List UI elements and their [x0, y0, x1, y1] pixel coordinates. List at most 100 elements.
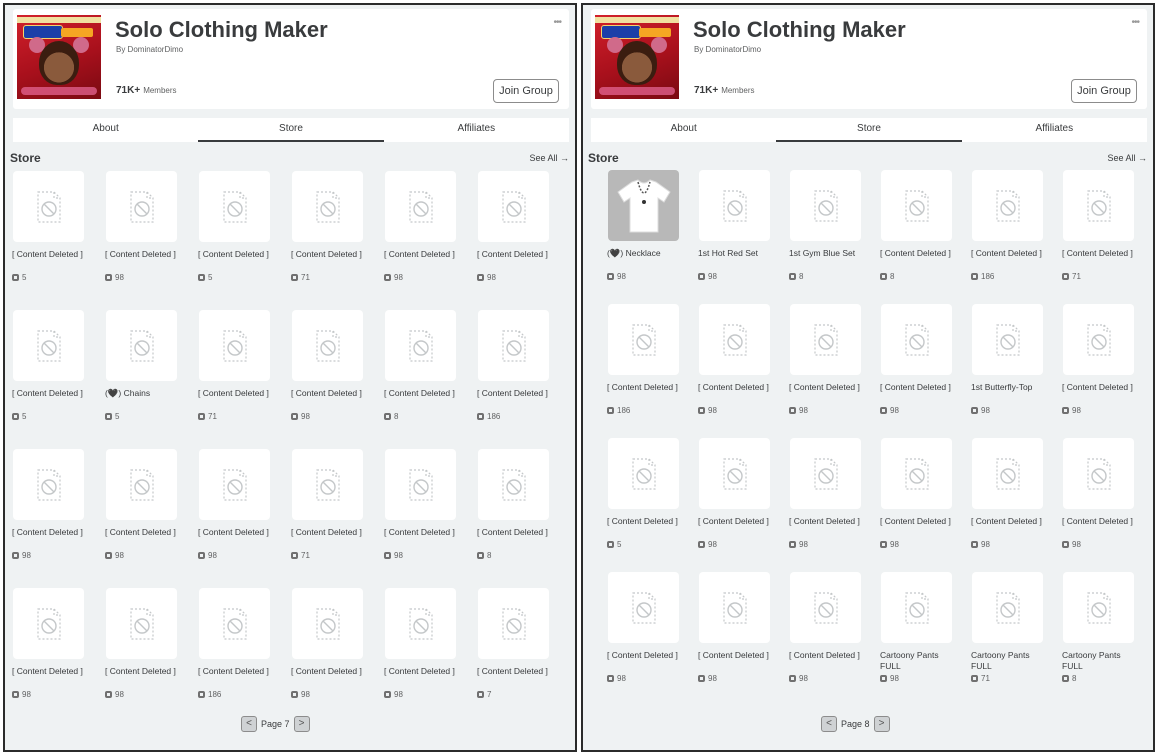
content-deleted-icon[interactable]	[972, 438, 1043, 509]
store-item-card[interactable]: [ Content Deleted ] 98	[198, 449, 273, 560]
item-name[interactable]: [ Content Deleted ]	[880, 516, 955, 538]
store-item-card[interactable]: [ Content Deleted ] 98	[971, 438, 1046, 549]
store-item-card[interactable]: [ Content Deleted ] 186	[971, 170, 1046, 281]
content-deleted-icon[interactable]	[881, 170, 952, 241]
content-deleted-icon[interactable]	[106, 449, 177, 520]
store-item-card[interactable]: [ Content Deleted ] 98	[698, 572, 773, 683]
content-deleted-icon[interactable]	[790, 438, 861, 509]
content-deleted-icon[interactable]	[199, 171, 270, 242]
store-item-card[interactable]: [ Content Deleted ] 98	[607, 572, 682, 683]
content-deleted-icon[interactable]	[881, 304, 952, 375]
content-deleted-icon[interactable]	[385, 449, 456, 520]
content-deleted-icon[interactable]	[13, 171, 84, 242]
item-name[interactable]: [ Content Deleted ]	[477, 527, 552, 549]
store-item-card[interactable]: Cartoony Pants FULL 71	[971, 572, 1046, 683]
store-item-card[interactable]: (🖤) Chains 5	[105, 310, 180, 421]
item-name[interactable]: [ Content Deleted ]	[789, 516, 864, 538]
item-name[interactable]: [ Content Deleted ]	[971, 516, 1046, 538]
store-item-card[interactable]: [ Content Deleted ] 5	[607, 438, 682, 549]
store-item-card[interactable]: 1st Gym Blue Set 8	[789, 170, 864, 281]
group-emblem-image[interactable]	[17, 15, 101, 99]
store-item-card[interactable]: [ Content Deleted ] 98	[384, 171, 459, 282]
item-name[interactable]: [ Content Deleted ]	[198, 527, 273, 549]
join-group-button[interactable]: Join Group	[493, 79, 559, 103]
item-name[interactable]: [ Content Deleted ]	[698, 650, 773, 672]
item-name[interactable]: [ Content Deleted ]	[1062, 382, 1137, 404]
group-owner-byline[interactable]: By DominatorDimo	[116, 45, 183, 54]
item-name[interactable]: [ Content Deleted ]	[477, 249, 552, 271]
item-name[interactable]: [ Content Deleted ]	[880, 248, 955, 270]
item-name[interactable]: [ Content Deleted ]	[384, 666, 459, 688]
item-name[interactable]: 1st Gym Blue Set	[789, 248, 864, 270]
content-deleted-icon[interactable]	[478, 449, 549, 520]
content-deleted-icon[interactable]	[13, 310, 84, 381]
store-item-card[interactable]: [ Content Deleted ] 98	[789, 304, 864, 415]
store-item-card[interactable]: Cartoony Pants FULL 8	[1062, 572, 1137, 683]
item-name[interactable]: [ Content Deleted ]	[291, 249, 366, 271]
previous-page-button[interactable]: <	[241, 716, 257, 732]
content-deleted-icon[interactable]	[106, 588, 177, 659]
content-deleted-icon[interactable]	[972, 572, 1043, 643]
tab-store[interactable]: Store	[776, 118, 962, 142]
item-name[interactable]: Cartoony Pants FULL	[971, 650, 1046, 672]
item-name[interactable]: [ Content Deleted ]	[12, 527, 87, 549]
item-name[interactable]: [ Content Deleted ]	[105, 527, 180, 549]
tab-about[interactable]: About	[591, 118, 776, 142]
next-page-button[interactable]: >	[873, 716, 890, 732]
store-item-card[interactable]: [ Content Deleted ] 186	[607, 304, 682, 415]
store-item-card[interactable]: Cartoony Pants FULL 98	[880, 572, 955, 683]
store-item-card[interactable]: [ Content Deleted ] 98	[698, 438, 773, 549]
content-deleted-icon[interactable]	[199, 310, 270, 381]
store-item-card[interactable]: [ Content Deleted ] 98	[789, 438, 864, 549]
content-deleted-icon[interactable]	[1063, 438, 1134, 509]
content-deleted-icon[interactable]	[478, 588, 549, 659]
item-name[interactable]: [ Content Deleted ]	[291, 388, 366, 410]
content-deleted-icon[interactable]	[13, 588, 84, 659]
content-deleted-icon[interactable]	[608, 438, 679, 509]
content-deleted-icon[interactable]	[385, 171, 456, 242]
content-deleted-icon[interactable]	[1063, 170, 1134, 241]
next-page-button[interactable]: >	[293, 716, 310, 732]
store-item-card[interactable]: [ Content Deleted ] 98	[880, 438, 955, 549]
store-item-card[interactable]: [ Content Deleted ] 98	[12, 588, 87, 699]
content-deleted-icon[interactable]	[106, 171, 177, 242]
content-deleted-icon[interactable]	[478, 310, 549, 381]
content-deleted-icon[interactable]	[292, 449, 363, 520]
content-deleted-icon[interactable]	[106, 310, 177, 381]
store-item-card[interactable]: [ Content Deleted ] 7	[477, 588, 552, 699]
store-item-card[interactable]: [ Content Deleted ] 5	[12, 310, 87, 421]
item-name[interactable]: [ Content Deleted ]	[477, 666, 552, 688]
item-name[interactable]: [ Content Deleted ]	[698, 382, 773, 404]
store-item-card[interactable]: [ Content Deleted ] 71	[291, 171, 366, 282]
store-item-card[interactable]: [ Content Deleted ] 98	[105, 588, 180, 699]
content-deleted-icon[interactable]	[881, 572, 952, 643]
tab-affiliates[interactable]: Affiliates	[384, 118, 569, 142]
item-name[interactable]: [ Content Deleted ]	[291, 666, 366, 688]
store-item-card[interactable]: [ Content Deleted ] 8	[384, 310, 459, 421]
item-name[interactable]: [ Content Deleted ]	[698, 516, 773, 538]
item-name[interactable]: [ Content Deleted ]	[607, 650, 682, 672]
shirt-thumbnail[interactable]	[608, 170, 679, 241]
content-deleted-icon[interactable]	[699, 438, 770, 509]
store-item-card[interactable]: [ Content Deleted ] 98	[12, 449, 87, 560]
content-deleted-icon[interactable]	[292, 171, 363, 242]
item-name[interactable]: [ Content Deleted ]	[607, 516, 682, 538]
content-deleted-icon[interactable]	[972, 170, 1043, 241]
store-item-card[interactable]: [ Content Deleted ] 98	[880, 304, 955, 415]
store-item-card[interactable]: [ Content Deleted ] 98	[384, 449, 459, 560]
content-deleted-icon[interactable]	[1063, 304, 1134, 375]
item-name[interactable]: [ Content Deleted ]	[789, 650, 864, 672]
item-name[interactable]: [ Content Deleted ]	[198, 388, 273, 410]
content-deleted-icon[interactable]	[1063, 572, 1134, 643]
store-item-card[interactable]: [ Content Deleted ] 98	[477, 171, 552, 282]
content-deleted-icon[interactable]	[699, 304, 770, 375]
content-deleted-icon[interactable]	[790, 304, 861, 375]
store-item-card[interactable]: [ Content Deleted ] 98	[291, 310, 366, 421]
item-name[interactable]: [ Content Deleted ]	[105, 249, 180, 271]
store-item-card[interactable]: [ Content Deleted ] 5	[12, 171, 87, 282]
store-item-card[interactable]: [ Content Deleted ] 71	[291, 449, 366, 560]
content-deleted-icon[interactable]	[292, 588, 363, 659]
store-item-card[interactable]: [ Content Deleted ] 98	[1062, 304, 1137, 415]
item-name[interactable]: [ Content Deleted ]	[477, 388, 552, 410]
content-deleted-icon[interactable]	[478, 171, 549, 242]
